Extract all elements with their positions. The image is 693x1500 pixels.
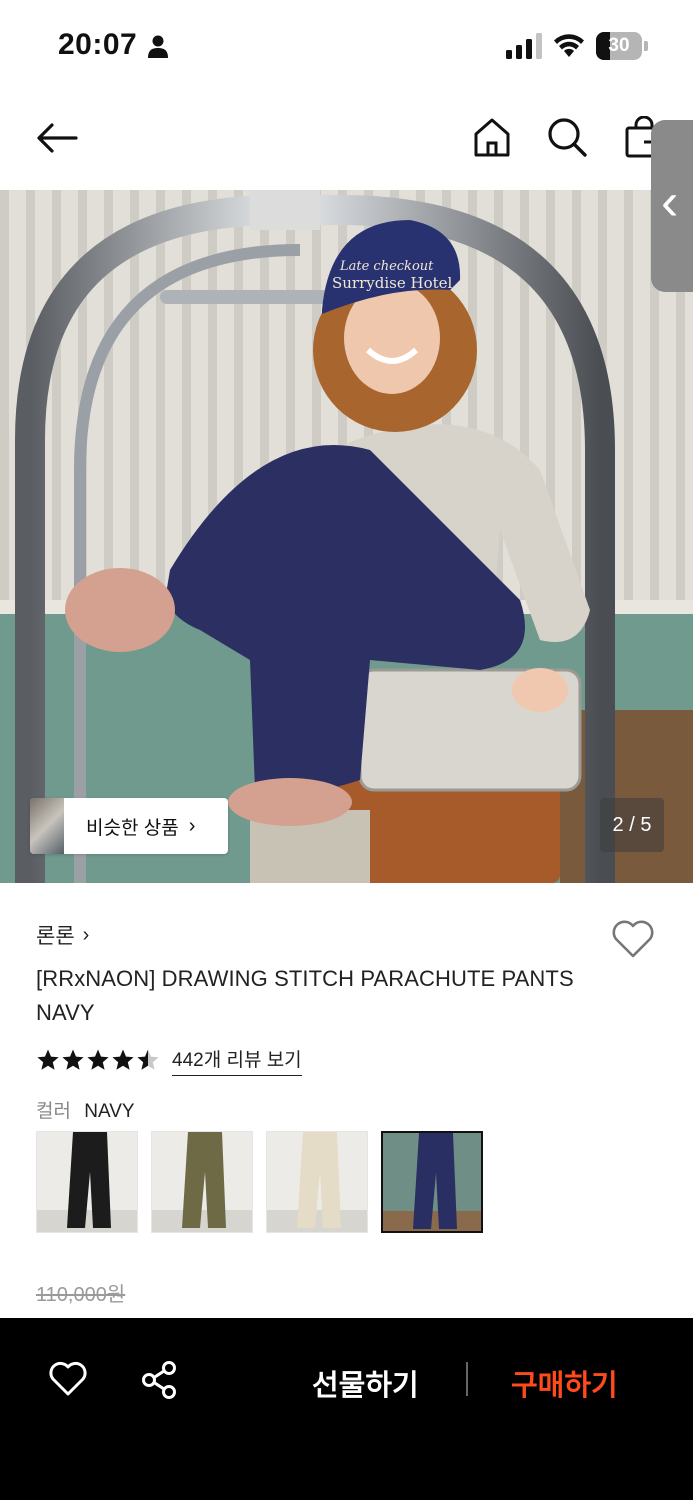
rating-row: 442개 리뷰 보기 (36, 1044, 302, 1076)
star-icon (62, 1049, 84, 1070)
heart-icon[interactable] (48, 1360, 88, 1398)
star-icon (112, 1049, 134, 1070)
color-swatches (36, 1131, 483, 1233)
color-swatch-khaki[interactable] (151, 1131, 253, 1233)
brand-link[interactable]: 론론 › (36, 920, 89, 950)
color-label: 컬러 (36, 1101, 71, 1122)
arrow-left-icon[interactable] (34, 118, 80, 158)
share-icon[interactable] (140, 1360, 178, 1400)
gift-button[interactable]: 선물하기 (312, 1362, 419, 1404)
review-link[interactable]: 442개 리뷰 보기 (172, 1045, 302, 1076)
original-price: 110,000원 (36, 1284, 126, 1306)
buy-button[interactable]: 구매하기 (511, 1362, 618, 1404)
home-icon[interactable] (472, 116, 512, 158)
color-swatch-ivory[interactable] (266, 1131, 368, 1233)
search-icon[interactable] (546, 116, 588, 158)
color-swatch-black[interactable] (36, 1131, 138, 1233)
top-nav (0, 100, 693, 180)
chevron-right-icon: › (188, 814, 196, 837)
star-icon (137, 1049, 159, 1070)
chevron-left-icon: ‹ (661, 173, 679, 231)
product-image-carousel[interactable]: Surrydise Late checkout Surrydise Hotel … (0, 190, 693, 883)
product-photo: Surrydise Late checkout Surrydise Hotel (0, 190, 693, 883)
similar-products-button[interactable]: 비슷한 상품 › (30, 798, 228, 854)
chevron-right-icon: › (82, 923, 90, 946)
person-icon (148, 35, 168, 58)
heart-icon[interactable] (610, 918, 656, 960)
star-icon (37, 1049, 59, 1070)
similar-products-label: 비슷한 상품 (86, 817, 179, 839)
brand-name: 론론 (36, 925, 75, 948)
status-bar: 20:07 30 (0, 0, 693, 92)
star-icon (87, 1049, 109, 1070)
color-value: NAVY (84, 1101, 135, 1122)
image-page-indicator: 2 / 5 (600, 798, 664, 852)
color-row: 컬러 NAVY (36, 1096, 135, 1123)
wifi-icon (554, 34, 584, 57)
cap-text-1: Late checkout (339, 259, 434, 274)
color-swatch-navy[interactable] (381, 1131, 483, 1233)
divider (466, 1362, 468, 1396)
status-time: 20:07 (58, 28, 138, 61)
product-title: [RRxNAON] DRAWING STITCH PARACHUTE PANTS… (36, 966, 574, 1025)
similar-thumbnail (30, 798, 64, 854)
bottom-action-bar: 선물하기 구매하기 (0, 1318, 693, 1500)
rating-stars (36, 1048, 160, 1072)
battery-icon: 30 (596, 32, 648, 60)
side-panel-handle[interactable]: ‹ (651, 120, 693, 292)
signal-icon (506, 33, 542, 59)
battery-percent: 30 (608, 35, 630, 56)
cap-text-2: Surrydise Hotel (332, 274, 453, 292)
